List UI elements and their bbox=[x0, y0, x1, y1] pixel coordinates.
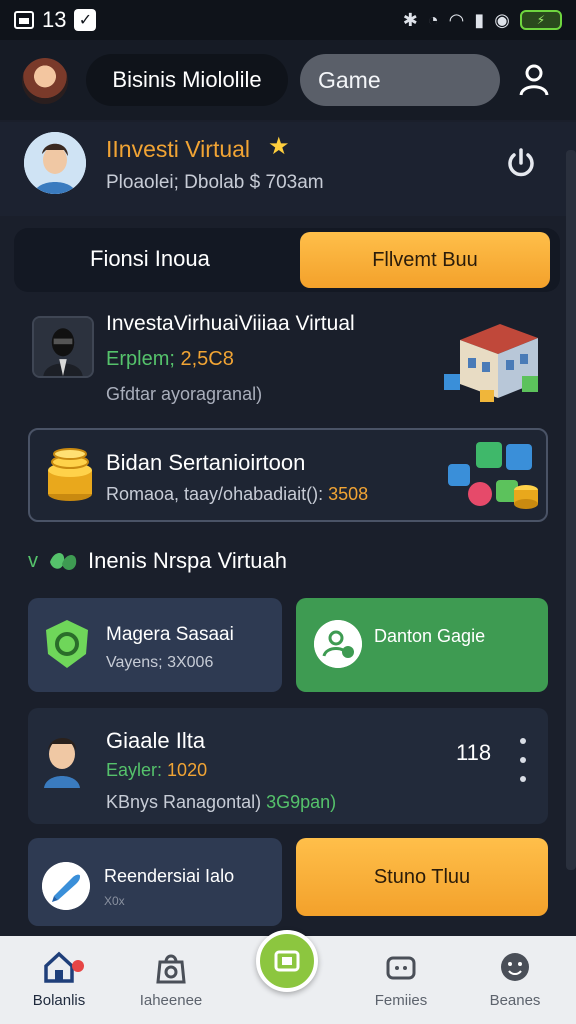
nav-label-beanes: Beanes bbox=[489, 992, 541, 1009]
eye-icon: ◉ bbox=[494, 9, 510, 30]
tile-reendersiai-title: Reendersiai Ialo bbox=[104, 866, 235, 886]
invest-card[interactable]: InvestaVirhuaiViiiaa Virtual Erplem; 2,5… bbox=[14, 300, 560, 418]
user-earnings-label: Eayler: bbox=[106, 760, 163, 780]
tile-danton[interactable]: Danton Gagie bbox=[296, 598, 548, 692]
user-avatar bbox=[44, 738, 80, 788]
tile-magera-subtitle: Vayens; 3X006 bbox=[106, 654, 214, 671]
savings-value: 3508 bbox=[328, 484, 369, 504]
tab-fllvemt-button[interactable]: Fllvemt Buu bbox=[300, 232, 550, 288]
scrollbar[interactable] bbox=[566, 150, 576, 870]
power-icon[interactable] bbox=[502, 144, 540, 182]
tab-fionsi[interactable]: Fionsi Inoua bbox=[90, 246, 210, 272]
profile-row: IInvesti Virtual ★ Ploaolei; Dbolab $ 70… bbox=[0, 122, 576, 216]
profile-title: IInvesti Virtual bbox=[106, 136, 251, 162]
tab-bar: Fionsi Inoua Fllvemt Buu bbox=[14, 228, 560, 292]
user-earnings-value: 1020 bbox=[167, 760, 208, 780]
nav-item-bolanlis[interactable]: Bolanlis bbox=[4, 950, 114, 1009]
user-count: 118 bbox=[456, 740, 492, 765]
nav-label-iaheenee: Iaheenee bbox=[139, 992, 203, 1009]
alarm-icon: ◔ bbox=[427, 9, 439, 30]
star-icon: ★ bbox=[268, 133, 290, 160]
gamepad-icon bbox=[386, 956, 416, 980]
invest-title: InvestaVirhuaiViiiaa Virtual bbox=[106, 312, 355, 335]
investor-avatar bbox=[32, 316, 94, 378]
stuno-button[interactable]: Stuno Tluu bbox=[296, 838, 548, 916]
brand-label: Bisinis Miololile bbox=[112, 67, 262, 92]
nav-label-femiies: Femiies bbox=[374, 992, 428, 1009]
user-note-prefix: KBnys Ranagontal) bbox=[106, 792, 262, 812]
home-icon bbox=[44, 951, 74, 983]
profile-avatar[interactable] bbox=[24, 132, 86, 194]
nav-item-femiies[interactable]: Femiies bbox=[346, 950, 456, 1009]
savings-subtitle-prefix: Romaoa, taay/ohabadiait(): bbox=[106, 484, 324, 504]
tile-danton-title: Danton Gagie bbox=[374, 626, 486, 646]
shield-icon bbox=[46, 620, 88, 668]
profile-subtitle: Ploaolei; Dbolab $ 703am bbox=[106, 172, 324, 193]
nav-label-bolanlis: Bolanlis bbox=[32, 992, 86, 1009]
nav-item-beanes[interactable]: Beanes bbox=[460, 950, 570, 1009]
invest-note: Gfdtar ayoragranal) bbox=[106, 384, 263, 404]
leaf-icon bbox=[50, 553, 77, 570]
nav-item-iaheenee[interactable]: Iaheenee bbox=[116, 950, 226, 1009]
bottom-nav: Bolanlis Iaheenee Femiies Beanes bbox=[0, 930, 576, 1024]
invest-earnings-label: Erplem; bbox=[106, 348, 175, 370]
tile-reendersiai[interactable]: Reendersiai Ialo X0x bbox=[28, 838, 282, 926]
chevron-down-icon[interactable]: v bbox=[28, 550, 38, 573]
tile-reendersiai-subtitle: X0x bbox=[104, 894, 125, 908]
tile-magera-title: Magera Sasaai bbox=[106, 624, 234, 645]
user-icon[interactable] bbox=[516, 62, 552, 98]
tile-magera[interactable]: Magera Sasaai Vayens; 3X006 bbox=[28, 598, 282, 692]
brand-button[interactable]: Bisinis Miololile bbox=[86, 54, 288, 106]
user-earnings: Eayler: 1020 bbox=[106, 760, 207, 781]
avatar[interactable] bbox=[22, 58, 68, 104]
user-note-value: 3G9pan) bbox=[266, 792, 337, 812]
more-options-icon[interactable] bbox=[518, 738, 528, 782]
gallery-icon bbox=[14, 11, 34, 29]
bag-icon bbox=[156, 954, 186, 984]
rocket-icon bbox=[42, 862, 90, 910]
notification-badge bbox=[72, 960, 84, 972]
savings-subtitle: Romaoa, taay/ohabadiait(): 3508 bbox=[106, 484, 368, 505]
stuno-label: Stuno Tluu bbox=[373, 865, 471, 888]
user-note: KBnys Ranagontal) 3G9pan) bbox=[106, 792, 336, 813]
user-name: Giaale Ilta bbox=[106, 728, 206, 753]
battery-icon: ⚡ bbox=[520, 10, 562, 30]
tab-fllvemt-label: Fllvemt Buu bbox=[372, 248, 478, 271]
section-title: Inenis Nrspa Virtuah bbox=[88, 548, 287, 573]
savings-title: Bidan Sertanioirtoon bbox=[106, 450, 306, 475]
app-header: Bisinis Miololile Game bbox=[0, 40, 576, 120]
trade-button[interactable] bbox=[256, 930, 318, 992]
coins-icon bbox=[48, 448, 92, 501]
status-time: 13 bbox=[42, 7, 67, 32]
building-icon bbox=[444, 324, 538, 402]
wifi-icon: ◠ bbox=[448, 9, 465, 30]
bluetooth-icon: ✱ bbox=[402, 9, 418, 30]
signal-icon: ▮ bbox=[474, 9, 485, 30]
status-bar: 13 ✓ ✱ ◔ ◠ ▮ ◉ ⚡ bbox=[0, 0, 576, 40]
user-card[interactable]: Giaale Ilta Eayler: 1020 KBnys Ranagonta… bbox=[28, 708, 548, 824]
check-icon: ✓ bbox=[74, 9, 97, 31]
game-search-pill[interactable]: Game bbox=[300, 54, 500, 106]
invest-earnings: Erplem; 2,5C8 bbox=[106, 348, 234, 371]
section-header[interactable]: v Inenis Nrspa Virtuah bbox=[28, 548, 287, 574]
trade-icon bbox=[274, 950, 300, 972]
invest-earnings-value: 2,5C8 bbox=[180, 348, 234, 370]
search-label: Game bbox=[318, 66, 381, 93]
savings-card[interactable]: Bidan Sertanioirtoon Romaoa, taay/ohabad… bbox=[28, 428, 548, 522]
blocks-icon bbox=[448, 442, 538, 509]
chat-icon bbox=[501, 953, 529, 981]
user-check-icon bbox=[314, 620, 362, 668]
